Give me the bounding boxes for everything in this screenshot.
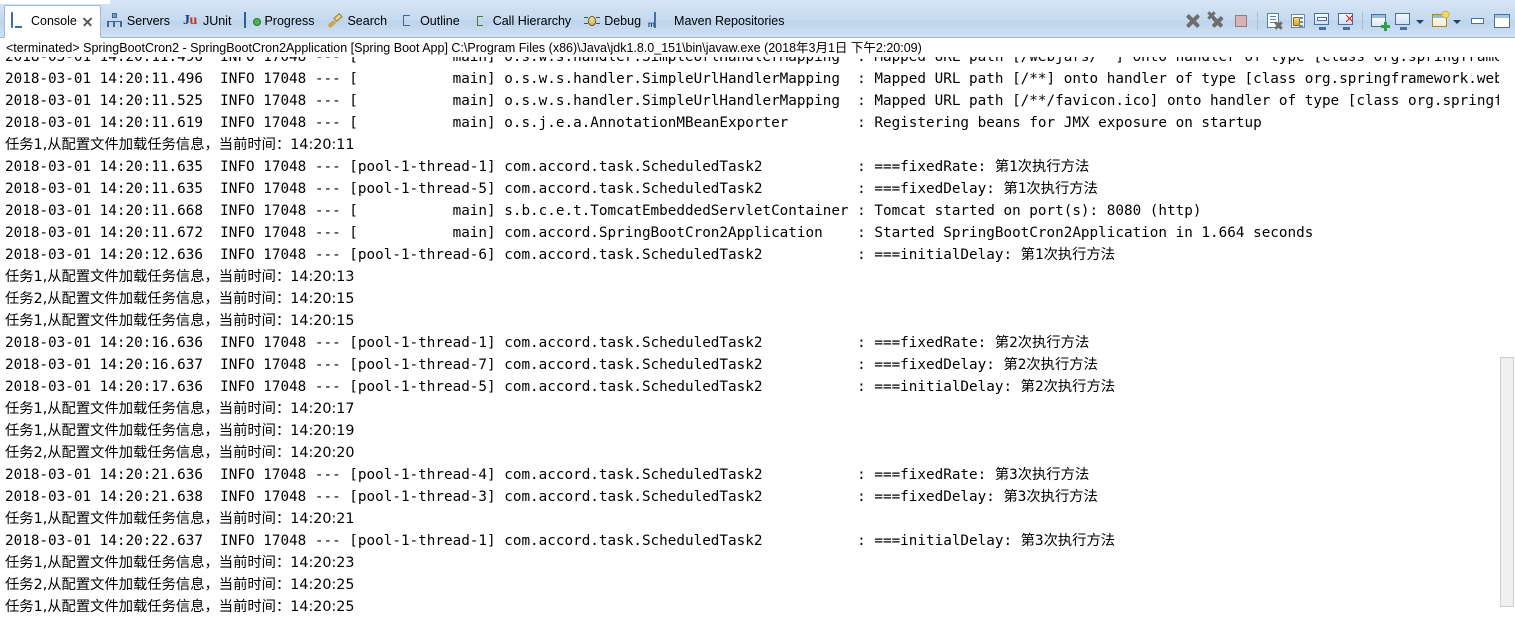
tab-maven-repositories-label: Maven Repositories [674, 13, 784, 29]
console-line: 任务1,从配置文件加载任务信息，当前时间：14:20:21 [5, 508, 1515, 530]
tab-junit[interactable]: Ju JUnit [177, 4, 238, 37]
tab-maven-repositories[interactable]: Maven Repositories [648, 4, 791, 37]
launch-info-bar: <terminated> SpringBootCron2 - SpringBoo… [0, 38, 1515, 58]
outline-icon [400, 13, 416, 29]
console-icon [11, 13, 27, 29]
console-line: 2018-03-01 14:20:16.637 INFO 17048 --- [… [5, 354, 1515, 376]
console-line: 2018-03-01 14:20:21.638 INFO 17048 --- [… [5, 486, 1515, 508]
console-line: 2018-03-01 14:20:11.635 INFO 17048 --- [… [5, 178, 1515, 200]
clear-console-icon[interactable] [1311, 10, 1333, 32]
close-icon[interactable] [82, 16, 93, 27]
tab-call-hierarchy[interactable]: Call Hierarchy [467, 4, 579, 37]
view-tab-bar: Console Servers Ju JUnit Progress Search… [0, 4, 1515, 38]
console-line: 任务1,从配置文件加载任务信息，当前时间：14:20:23 [5, 552, 1515, 574]
minimize-icon[interactable] [1466, 10, 1488, 32]
display-selected-console-icon[interactable] [1392, 10, 1414, 32]
tab-junit-label: JUnit [203, 13, 231, 29]
tab-servers-label: Servers [127, 13, 170, 29]
console-line: 任务1,从配置文件加载任务信息，当前时间：14:20:17 [5, 398, 1515, 420]
toolbar-separator [1362, 12, 1363, 30]
tab-outline-label: Outline [420, 13, 460, 29]
open-console-dropdown-icon[interactable] [1452, 10, 1463, 32]
scroll-lock-icon[interactable] [1368, 10, 1390, 32]
tab-console-label: Console [31, 13, 77, 29]
console-output[interactable]: 2018-03-01 14:20:11.496 INFO 17048 --- [… [0, 57, 1515, 624]
remove-launch-icon[interactable] [1263, 10, 1285, 32]
console-line: 任务2,从配置文件加载任务信息，当前时间：14:20:15 [5, 288, 1515, 310]
junit-icon: Ju [183, 13, 199, 29]
tab-outline[interactable]: Outline [394, 4, 467, 37]
console-line: 2018-03-01 14:20:11.668 INFO 17048 --- [… [5, 200, 1515, 222]
toolbar-separator [1257, 12, 1258, 30]
stop-icon[interactable] [1230, 10, 1252, 32]
console-line: 2018-03-01 14:20:11.496 INFO 17048 --- [… [5, 57, 1515, 68]
console-line: 2018-03-01 14:20:11.525 INFO 17048 --- [… [5, 90, 1515, 112]
tab-debug-label: Debug [604, 13, 641, 29]
display-selected-console-dropdown-icon[interactable] [1415, 10, 1426, 32]
console-vertical-scrollbar[interactable] [1499, 57, 1515, 624]
console-line: 2018-03-01 14:20:21.636 INFO 17048 --- [… [5, 464, 1515, 486]
tab-list: Console Servers Ju JUnit Progress Search… [4, 4, 792, 37]
clear-all-consoles-icon[interactable] [1335, 10, 1357, 32]
tab-call-hierarchy-label: Call Hierarchy [493, 13, 572, 29]
console-line: 2018-03-01 14:20:11.496 INFO 17048 --- [… [5, 68, 1515, 90]
console-line: 2018-03-01 14:20:17.636 INFO 17048 --- [… [5, 376, 1515, 398]
console-line: 任务1,从配置文件加载任务信息，当前时间：14:20:11 [5, 134, 1515, 156]
tab-servers[interactable]: Servers [101, 4, 177, 37]
servers-icon [107, 13, 123, 29]
launch-info-text: <terminated> SpringBootCron2 - SpringBoo… [6, 40, 922, 56]
progress-icon [244, 13, 260, 29]
open-console-icon[interactable] [1429, 10, 1451, 32]
console-line: 2018-03-01 14:20:22.637 INFO 17048 --- [… [5, 530, 1515, 552]
console-line: 2018-03-01 14:20:12.636 INFO 17048 --- [… [5, 244, 1515, 266]
maven-repositories-icon [654, 13, 670, 29]
console-line: 任务1,从配置文件加载任务信息，当前时间：14:20:15 [5, 310, 1515, 332]
remove-all-terminated-icon[interactable] [1287, 10, 1309, 32]
console-line: 2018-03-01 14:20:16.636 INFO 17048 --- [… [5, 332, 1515, 354]
console-line: 任务1,从配置文件加载任务信息，当前时间：14:20:19 [5, 420, 1515, 442]
console-line: 任务1,从配置文件加载任务信息，当前时间：14:20:25 [5, 596, 1515, 618]
tab-progress[interactable]: Progress [238, 4, 321, 37]
console-lines: 2018-03-01 14:20:11.496 INFO 17048 --- [… [0, 57, 1515, 618]
search-icon [327, 13, 343, 29]
call-hierarchy-icon [473, 13, 489, 29]
scrollbar-thumb[interactable] [1500, 357, 1514, 607]
console-line: 任务1,从配置文件加载任务信息，当前时间：14:20:13 [5, 266, 1515, 288]
tab-console[interactable]: Console [4, 5, 101, 38]
console-line: 2018-03-01 14:20:11.672 INFO 17048 --- [… [5, 222, 1515, 244]
console-line: 任务2,从配置文件加载任务信息，当前时间：14:20:20 [5, 442, 1515, 464]
console-line: 任务2,从配置文件加载任务信息，当前时间：14:20:25 [5, 574, 1515, 596]
terminate-icon[interactable] [1182, 10, 1204, 32]
console-toolbar [1181, 4, 1513, 37]
tab-debug[interactable]: Debug [578, 4, 648, 37]
tab-search-label: Search [347, 13, 387, 29]
terminate-all-icon[interactable] [1206, 10, 1228, 32]
console-line: 2018-03-01 14:20:11.619 INFO 17048 --- [… [5, 112, 1515, 134]
tab-progress-label: Progress [264, 13, 314, 29]
console-line: 2018-03-01 14:20:11.635 INFO 17048 --- [… [5, 156, 1515, 178]
tab-search[interactable]: Search [321, 4, 394, 37]
maximize-icon[interactable] [1490, 10, 1512, 32]
debug-icon [584, 13, 600, 29]
